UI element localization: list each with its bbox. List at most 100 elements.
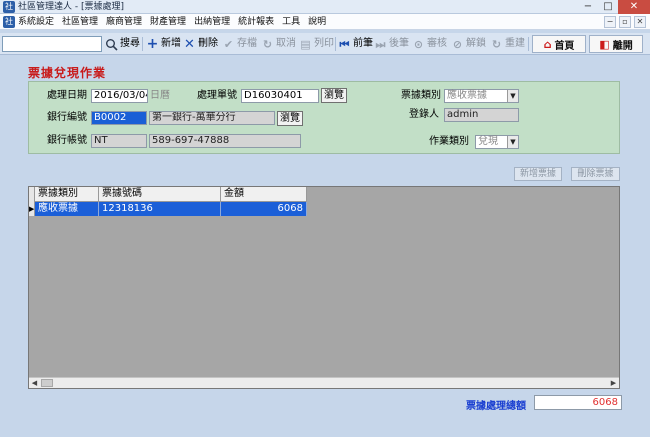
audit-button-label: 審核 xyxy=(427,38,447,49)
lock-icon: ⊙ xyxy=(413,37,424,51)
mdi-app-icon[interactable]: 社 xyxy=(3,16,15,28)
search-icon xyxy=(106,38,118,51)
menu-reports[interactable]: 統計報表 xyxy=(238,16,274,28)
window-title: 社區管理達人 - [票據處理] xyxy=(18,2,124,12)
x-icon: ✕ xyxy=(184,36,195,52)
account-type-field: NT xyxy=(91,134,147,148)
refresh-icon: ↻ xyxy=(262,37,273,51)
menu-items: 系統設定 社區管理 廠商管理 財產管理 出納管理 統計報表 工具 說明 xyxy=(18,16,326,28)
account-no-field: 589-697-47888 xyxy=(149,134,301,148)
column-header-amount[interactable]: 金額 xyxy=(221,187,307,202)
check-icon: ✔ xyxy=(223,37,234,51)
bank-code-label: 銀行編號 xyxy=(47,112,87,123)
plus-icon: + xyxy=(146,35,159,52)
add-button[interactable]: + 新增 xyxy=(146,36,181,52)
column-header-number[interactable]: 票據號碼 xyxy=(99,187,221,202)
job-type-value: 兌現 xyxy=(478,136,498,147)
mdi-restore-button[interactable]: ▫ xyxy=(619,16,631,28)
toolbar-separator xyxy=(528,37,529,51)
home-icon: ⌂ xyxy=(543,37,552,51)
add-ticket-button[interactable]: 新增票據 xyxy=(514,167,562,181)
doc-browse-button[interactable]: 瀏覽 xyxy=(321,88,347,103)
print-button[interactable]: ▤ 列印 xyxy=(299,36,334,52)
cell-amount[interactable]: 6068 xyxy=(221,202,307,216)
first-page-icon: ⏮ xyxy=(339,37,350,51)
window-title-bar: 社 社區管理達人 - [票據處理] − □ ✕ xyxy=(0,0,650,14)
scroll-left-icon[interactable]: ◀ xyxy=(29,378,40,388)
user-label: 登錄人 xyxy=(409,109,439,120)
save-button[interactable]: ✔ 存檔 xyxy=(222,36,257,52)
total-field: 6068 xyxy=(534,395,622,410)
form-panel: 處理日期 2016/03/04 日曆 處理單號 D16030401 瀏覽 票據類… xyxy=(28,81,620,154)
recompute-button-label: 重建 xyxy=(505,38,525,49)
cancel-button[interactable]: ↻ 取消 xyxy=(261,36,296,52)
next-page-icon: ⏭ xyxy=(375,37,386,51)
home-button[interactable]: ⌂ 首頁 xyxy=(532,35,586,53)
delete-button-label: 刪除 xyxy=(198,38,218,49)
chevron-down-icon: ▼ xyxy=(507,90,518,102)
menu-help[interactable]: 說明 xyxy=(308,16,326,28)
menu-community[interactable]: 社區管理 xyxy=(62,16,98,28)
total-label: 票據處理總額 xyxy=(466,401,526,412)
horizontal-scrollbar[interactable]: ◀ ▶ xyxy=(29,377,619,388)
app-icon: 社 xyxy=(3,1,15,13)
delete-ticket-button[interactable]: 刪除票據 xyxy=(571,167,620,181)
recompute-button[interactable]: ↻ 重建 xyxy=(490,36,525,52)
scroll-thumb[interactable] xyxy=(41,379,53,387)
add-button-label: 新增 xyxy=(161,38,181,49)
menu-bar: 社 系統設定 社區管理 廠商管理 財產管理 出納管理 統計報表 工具 說明 − … xyxy=(0,14,650,30)
menu-tools[interactable]: 工具 xyxy=(282,16,300,28)
next-record-button[interactable]: ⏭ 後筆 xyxy=(374,36,409,52)
cancel-button-label: 取消 xyxy=(276,38,296,49)
menu-system-settings[interactable]: 系統設定 xyxy=(18,16,54,28)
account-label: 銀行帳號 xyxy=(47,135,87,146)
printer-icon: ▤ xyxy=(300,37,311,51)
minimize-button[interactable]: − xyxy=(578,0,598,14)
doc-no-label: 處理單號 xyxy=(197,90,237,101)
delete-button[interactable]: ✕ 刪除 xyxy=(183,36,218,52)
scroll-right-icon[interactable]: ▶ xyxy=(608,378,619,388)
chevron-down-icon: ▼ xyxy=(507,136,518,148)
menu-cashier[interactable]: 出納管理 xyxy=(194,16,230,28)
menu-vendors[interactable]: 廠商管理 xyxy=(106,16,142,28)
toolbar-separator xyxy=(335,37,336,51)
maximize-button[interactable]: □ xyxy=(598,0,618,14)
exit-icon: ◧ xyxy=(599,37,610,51)
save-button-label: 存檔 xyxy=(237,38,257,49)
page-title: 票據兌現作業 xyxy=(28,66,107,80)
search-input[interactable] xyxy=(2,36,102,52)
toolbar: 搜尋 + 新增 ✕ 刪除 ✔ 存檔 ↻ 取消 ▤ 列印 ⏮ 前筆 ⏭ 後筆 ⊙ … xyxy=(0,33,650,55)
unlock-button-label: 解鎖 xyxy=(466,38,486,49)
cell-type[interactable]: 應收票據 xyxy=(35,202,99,216)
prev-record-button[interactable]: ⏮ 前筆 xyxy=(338,36,373,52)
ticket-type-label: 票據類別 xyxy=(401,90,441,101)
exit-button[interactable]: ◧ 離開 xyxy=(589,35,643,53)
date-field[interactable]: 2016/03/04 xyxy=(91,89,148,103)
bank-name-field: 第一銀行-萬華分行 xyxy=(149,111,275,125)
job-type-select[interactable]: 兌現 ▼ xyxy=(475,135,519,149)
table-row[interactable]: ▶ 應收票據 12318136 6068 xyxy=(29,202,307,216)
ticket-grid: 票據類別 票據號碼 金額 ▶ 應收票據 12318136 6068 ◀ ▶ xyxy=(28,186,620,389)
search-button[interactable]: 搜尋 xyxy=(105,36,140,52)
close-button[interactable]: ✕ xyxy=(618,0,650,14)
bank-browse-button[interactable]: 瀏覽 xyxy=(277,111,303,126)
bank-code-field[interactable]: B0002 xyxy=(91,111,147,125)
mdi-close-button[interactable]: ✕ xyxy=(634,16,646,28)
toolbar-separator xyxy=(142,37,143,51)
ticket-type-select[interactable]: 應收票據 ▼ xyxy=(444,89,519,103)
column-header-type[interactable]: 票據類別 xyxy=(35,187,99,202)
next-record-label: 後筆 xyxy=(389,38,409,49)
unlock-button[interactable]: ⊘ 解鎖 xyxy=(451,36,486,52)
ticket-type-value: 應收票據 xyxy=(447,90,487,101)
calendar-link[interactable]: 日曆 xyxy=(150,89,170,103)
audit-button[interactable]: ⊙ 審核 xyxy=(412,36,447,52)
search-button-label: 搜尋 xyxy=(120,38,140,49)
mdi-minimize-button[interactable]: − xyxy=(604,16,616,28)
grid-header: 票據類別 票據號碼 金額 xyxy=(29,187,307,202)
unlock-icon: ⊘ xyxy=(452,37,463,51)
refresh-icon: ↻ xyxy=(491,37,502,51)
menu-assets[interactable]: 財產管理 xyxy=(150,16,186,28)
exit-button-label: 離開 xyxy=(612,40,633,52)
cell-number[interactable]: 12318136 xyxy=(99,202,221,216)
doc-no-field[interactable]: D16030401 xyxy=(241,89,319,103)
